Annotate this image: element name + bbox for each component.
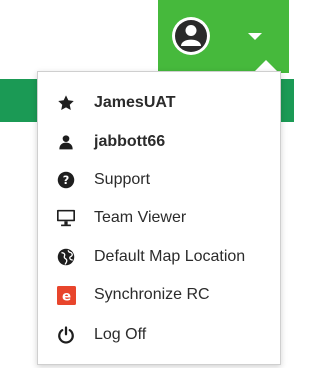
menu-item-label: Log Off bbox=[94, 326, 147, 343]
menu-item-label: jabbott66 bbox=[94, 133, 166, 150]
menu-item-team-viewer[interactable]: Team Viewer bbox=[38, 201, 280, 235]
svg-text:?: ? bbox=[63, 174, 70, 187]
star-icon bbox=[56, 93, 76, 113]
user-avatar-icon bbox=[172, 17, 210, 55]
user-dropdown-menu: JamesUAT jabbott66 ? Support Team Viewer… bbox=[37, 71, 281, 365]
menu-item-label: JamesUAT bbox=[94, 94, 176, 111]
menu-item-support[interactable]: ? Support bbox=[38, 163, 280, 197]
menu-item-account[interactable]: JamesUAT bbox=[38, 86, 280, 120]
power-icon bbox=[56, 325, 76, 345]
user-icon bbox=[56, 132, 76, 152]
menu-item-label: Synchronize RC bbox=[94, 286, 210, 303]
sync-e-icon: e bbox=[56, 285, 76, 305]
monitor-icon bbox=[56, 208, 76, 228]
menu-item-synchronize-rc[interactable]: e Synchronize RC bbox=[38, 278, 280, 312]
svg-text:e: e bbox=[61, 289, 70, 304]
menu-item-label: Support bbox=[94, 171, 151, 188]
globe-icon bbox=[56, 247, 76, 267]
chevron-down-icon bbox=[248, 33, 262, 40]
menu-item-default-map-location[interactable]: Default Map Location bbox=[38, 240, 280, 274]
question-circle-icon: ? bbox=[56, 170, 76, 190]
menu-item-log-off[interactable]: Log Off bbox=[38, 318, 280, 352]
menu-item-label: Default Map Location bbox=[94, 248, 246, 265]
menu-item-label: Team Viewer bbox=[94, 209, 187, 226]
menu-item-username[interactable]: jabbott66 bbox=[38, 125, 280, 159]
